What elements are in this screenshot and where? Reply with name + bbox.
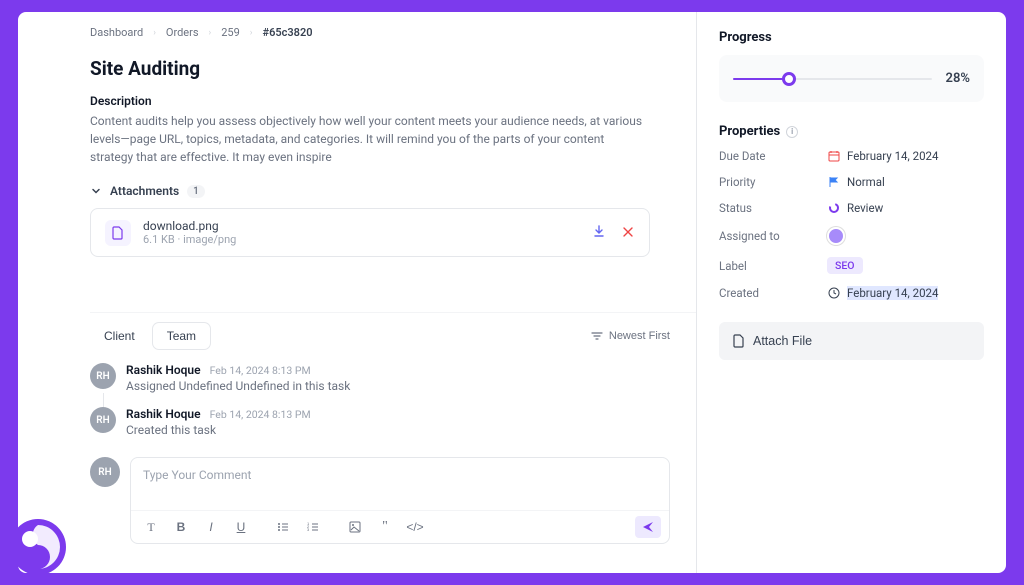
page-title: Site Auditing <box>90 57 670 80</box>
tab-client[interactable]: Client <box>90 323 149 349</box>
sort-label: Newest First <box>609 330 670 342</box>
italic-tool[interactable]: I <box>199 515 223 539</box>
log-author: Rashik Hoque <box>126 407 201 421</box>
main-content: Dashboard › Orders › 259 › #65c3820 Site… <box>18 12 696 573</box>
attachment-name: download.png <box>143 219 579 233</box>
image-tool[interactable] <box>343 515 367 539</box>
attachment-meta: 6.1 KB · image/png <box>143 233 579 246</box>
delete-button[interactable] <box>621 223 635 242</box>
sort-icon <box>591 330 603 342</box>
log-message: Assigned Undefined Undefined in this tas… <box>126 379 350 393</box>
assignee-avatar <box>827 227 845 245</box>
avatar: RH <box>90 363 116 389</box>
log-item: RH Rashik Hoque Feb 14, 2024 8:13 PM Cre… <box>90 407 670 437</box>
sidebar: Progress 28% Properties i Due Date Febru… <box>696 12 1006 573</box>
send-button[interactable] <box>635 516 661 538</box>
sort-button[interactable]: Newest First <box>591 330 670 342</box>
file-icon <box>105 220 131 246</box>
text-tool[interactable]: T <box>139 515 163 539</box>
log-time: Feb 14, 2024 8:13 PM <box>210 408 311 421</box>
flag-icon <box>827 175 841 189</box>
log-message: Created this task <box>126 423 311 437</box>
current-user-avatar: RH <box>90 457 120 487</box>
code-tool[interactable]: </> <box>403 515 427 539</box>
breadcrumb-item-hash[interactable]: #65c3820 <box>263 26 313 39</box>
progress-track[interactable] <box>733 78 932 80</box>
calendar-icon <box>827 149 841 163</box>
avatar: RH <box>90 407 116 433</box>
bullet-list-icon <box>277 521 289 533</box>
close-icon <box>623 227 633 237</box>
status-icon <box>827 201 841 215</box>
progress-thumb[interactable] <box>782 72 796 86</box>
activity-tabs: Client Team <box>90 323 210 349</box>
progress-title: Progress <box>719 30 984 45</box>
chevron-right-icon: › <box>153 28 156 38</box>
log-author: Rashik Hoque <box>126 363 201 377</box>
app-frame: Dashboard › Orders › 259 › #65c3820 Site… <box>18 12 1006 573</box>
prop-assigned[interactable]: Assigned to <box>719 227 984 245</box>
comment-input[interactable] <box>131 458 669 506</box>
download-icon <box>593 225 605 237</box>
numbered-list-tool[interactable]: 123 <box>301 515 325 539</box>
tab-team[interactable]: Team <box>153 323 210 349</box>
prop-due-date[interactable]: Due Date February 14, 2024 <box>719 149 984 163</box>
bold-tool[interactable]: B <box>169 515 193 539</box>
description-text: Content audits help you assess objective… <box>90 112 650 166</box>
download-button[interactable] <box>591 223 607 242</box>
chevron-right-icon: › <box>209 28 212 38</box>
activity-section: Client Team Newest First RH Rashik Hoque… <box>90 312 696 573</box>
chevron-down-icon <box>90 185 102 197</box>
attachment-info: download.png 6.1 KB · image/png <box>143 219 579 246</box>
underline-tool[interactable]: U <box>229 515 253 539</box>
attach-file-button[interactable]: Attach File <box>719 322 984 360</box>
attachments-label: Attachments <box>110 184 179 198</box>
progress-fill <box>733 78 789 80</box>
quote-tool[interactable]: " <box>373 515 397 539</box>
progress-percent: 28% <box>946 71 970 86</box>
prop-status[interactable]: Status Review <box>719 201 984 215</box>
breadcrumb-item-dashboard[interactable]: Dashboard <box>90 26 143 39</box>
log-item: RH Rashik Hoque Feb 14, 2024 8:13 PM Ass… <box>90 363 670 393</box>
image-icon <box>349 521 361 533</box>
prop-label[interactable]: Label SEO <box>719 257 984 274</box>
bullet-list-tool[interactable] <box>271 515 295 539</box>
file-icon <box>733 334 745 348</box>
description-label: Description <box>90 94 670 108</box>
editor-toolbar: T B I U 123 <box>131 510 669 543</box>
label-chip: SEO <box>827 257 863 274</box>
breadcrumb-item-id[interactable]: 259 <box>221 26 240 39</box>
numbered-list-icon: 123 <box>307 521 319 533</box>
clock-icon <box>827 286 841 300</box>
properties-title: Properties i <box>719 124 984 139</box>
prop-created: Created February 14, 2024 <box>719 286 984 300</box>
chevron-right-icon: › <box>250 28 253 38</box>
breadcrumb: Dashboard › Orders › 259 › #65c3820 <box>90 26 670 39</box>
activity-log: RH Rashik Hoque Feb 14, 2024 8:13 PM Ass… <box>90 363 696 437</box>
comment-composer: RH T B I U 123 <box>90 457 696 544</box>
info-icon[interactable]: i <box>786 126 798 138</box>
progress-card: 28% <box>719 55 984 102</box>
breadcrumb-item-orders[interactable]: Orders <box>166 26 199 39</box>
log-time: Feb 14, 2024 8:13 PM <box>210 364 311 377</box>
properties-list: Due Date February 14, 2024 Priority Norm… <box>719 149 984 300</box>
prop-priority[interactable]: Priority Normal <box>719 175 984 189</box>
app-logo <box>6 515 70 579</box>
svg-text:3: 3 <box>307 527 310 532</box>
attachments-header[interactable]: Attachments 1 <box>90 184 670 198</box>
send-icon <box>642 521 654 533</box>
attachment-card: download.png 6.1 KB · image/png <box>90 208 650 257</box>
attachments-count: 1 <box>187 185 205 198</box>
